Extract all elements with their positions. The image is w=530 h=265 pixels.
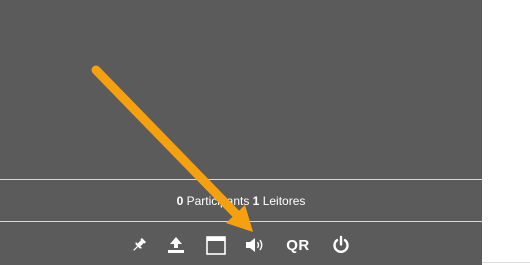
readers-label: Leitores	[262, 193, 306, 208]
participants-status: 0 Participants 1 Leitores	[0, 180, 482, 221]
power-button[interactable]	[330, 232, 352, 258]
upload-button[interactable]	[166, 232, 186, 258]
participants-count: 0	[176, 193, 184, 208]
pin-icon	[131, 237, 147, 253]
window-icon	[206, 235, 226, 255]
upload-icon	[167, 236, 185, 254]
power-icon	[331, 235, 351, 255]
speaker-button[interactable]	[244, 232, 266, 258]
qr-code-label: QR	[286, 236, 310, 254]
pin-button[interactable]	[130, 232, 148, 258]
window-button[interactable]	[205, 232, 227, 258]
page-margin	[482, 0, 530, 265]
bottom-toolbar: QR	[0, 232, 482, 258]
margin-rule	[482, 262, 530, 263]
chat-panel: 0 Participants 1 Leitores QR	[0, 0, 482, 265]
divider-bottom	[0, 221, 482, 222]
participants-label: Participants	[186, 193, 250, 208]
readers-count: 1	[252, 193, 260, 208]
speaker-icon	[244, 236, 266, 254]
qr-code-button[interactable]: QR	[284, 232, 312, 258]
